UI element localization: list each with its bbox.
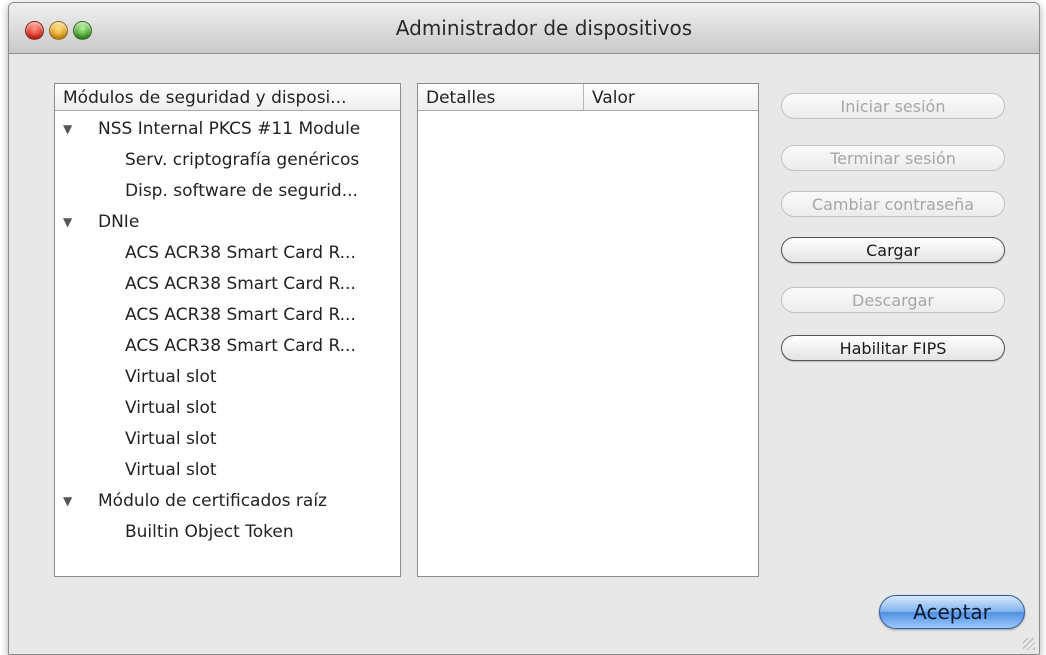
details-column-header[interactable]: Detalles <box>426 88 495 108</box>
tree-slot-row[interactable]: Virtual slot <box>125 460 217 480</box>
tree-slot-row[interactable]: ACS ACR38 Smart Card R... <box>125 305 356 325</box>
tree-slot-row[interactable]: ACS ACR38 Smart Card R... <box>125 243 356 263</box>
value-column-header[interactable]: Valor <box>592 88 635 108</box>
disclosure-triangle-icon[interactable]: ▼ <box>63 215 72 229</box>
tree-slot-row[interactable]: Virtual slot <box>125 367 217 387</box>
column-separator[interactable] <box>583 84 584 110</box>
tree-module-row[interactable]: ▼ Módulo de certificados raíz <box>63 491 327 511</box>
tree-item-label: Disp. software de segurid... <box>125 181 358 201</box>
tree-slot-row[interactable]: Virtual slot <box>125 429 217 449</box>
tree-item-label: ACS ACR38 Smart Card R... <box>125 274 356 294</box>
security-modules-tree[interactable]: Módulos de seguridad y disposi... ▼ NSS I… <box>54 83 401 577</box>
tree-item-label: Virtual slot <box>125 398 217 418</box>
tree-module-row[interactable]: ▼ DNIe <box>63 212 139 232</box>
tree-slot-row[interactable]: Serv. criptografía genéricos <box>125 150 359 170</box>
tree-item-label: Builtin Object Token <box>125 522 294 542</box>
logout-button[interactable]: Terminar sesión <box>781 145 1005 171</box>
load-button[interactable]: Cargar <box>781 237 1005 263</box>
tree-item-label: NSS Internal PKCS #11 Module <box>98 119 361 139</box>
tree-slot-row[interactable]: Virtual slot <box>125 398 217 418</box>
tree-item-label: Serv. criptografía genéricos <box>125 150 360 170</box>
tree-slot-row[interactable]: Disp. software de segurid... <box>125 181 358 201</box>
ok-button[interactable]: Aceptar <box>879 595 1025 629</box>
tree-item-label: Virtual slot <box>125 429 217 449</box>
tree-item-label: ACS ACR38 Smart Card R... <box>125 336 356 356</box>
device-manager-window: Administrador de dispositivos Módulos de… <box>8 2 1040 655</box>
details-table[interactable]: Detalles Valor <box>417 83 759 577</box>
tree-item-label: DNIe <box>98 212 140 232</box>
title-bar[interactable]: Administrador de dispositivos <box>9 3 1039 54</box>
tree-slot-row[interactable]: ACS ACR38 Smart Card R... <box>125 336 356 356</box>
details-column-headers: Detalles Valor <box>418 84 758 111</box>
enable-fips-button[interactable]: Habilitar FIPS <box>781 335 1005 361</box>
tree-item-label: Módulo de certificados raíz <box>98 491 327 511</box>
change-password-button[interactable]: Cambiar contraseña <box>781 191 1005 217</box>
unload-button[interactable]: Descargar <box>781 287 1005 313</box>
tree-header-label: Módulos de seguridad y disposi... <box>63 88 347 108</box>
disclosure-triangle-icon[interactable]: ▼ <box>63 122 72 136</box>
tree-item-label: Virtual slot <box>125 367 217 387</box>
resize-grip-icon[interactable] <box>1023 638 1035 650</box>
tree-module-row[interactable]: ▼ NSS Internal PKCS #11 Module <box>63 119 360 139</box>
disclosure-triangle-icon[interactable]: ▼ <box>63 494 72 508</box>
tree-slot-row[interactable]: ACS ACR38 Smart Card R... <box>125 274 356 294</box>
login-button[interactable]: Iniciar sesión <box>781 93 1005 119</box>
tree-slot-row[interactable]: Builtin Object Token <box>125 522 294 542</box>
tree-item-label: ACS ACR38 Smart Card R... <box>125 305 356 325</box>
window-title: Administrador de dispositivos <box>395 16 693 40</box>
tree-item-label: ACS ACR38 Smart Card R... <box>125 243 356 263</box>
tree-column-header[interactable]: Módulos de seguridad y disposi... <box>55 84 400 111</box>
tree-item-label: Virtual slot <box>125 460 217 480</box>
